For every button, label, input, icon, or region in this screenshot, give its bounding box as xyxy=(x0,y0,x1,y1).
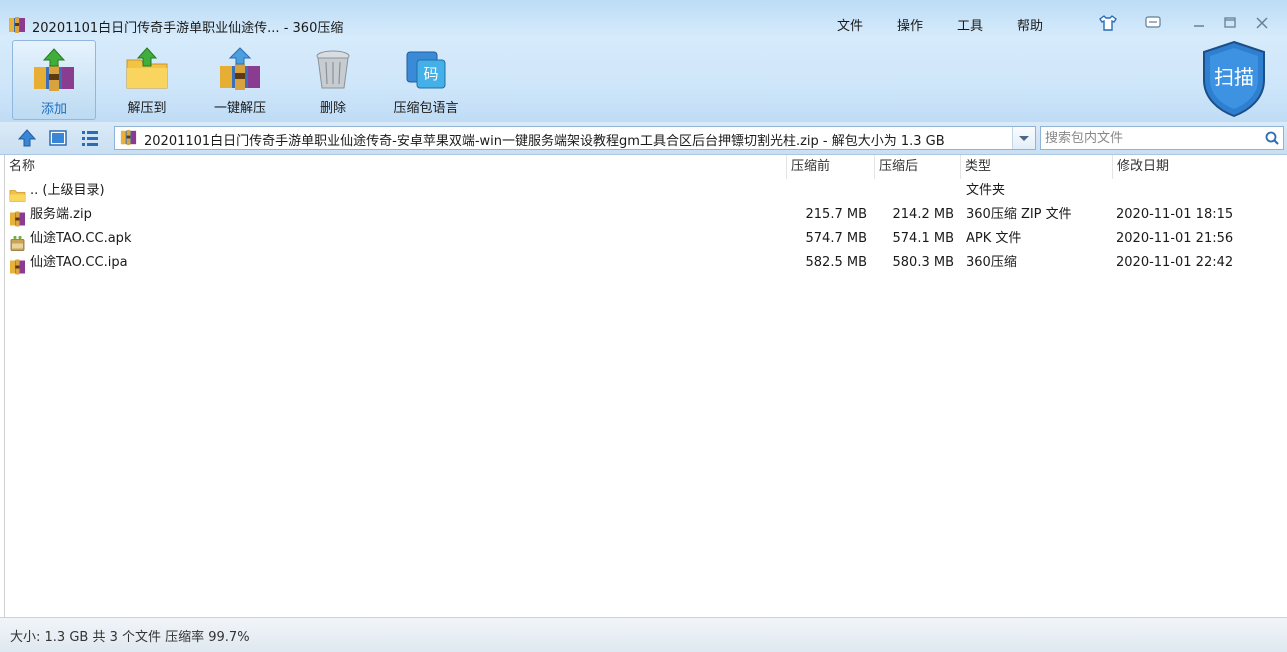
column-header-type[interactable]: 类型 xyxy=(961,155,1113,179)
search-box xyxy=(1040,126,1284,150)
row-date: 2020-11-01 21:56 xyxy=(1116,231,1234,246)
skin-shirt-icon[interactable] xyxy=(1098,14,1118,32)
row-size-before: 582.5 MB xyxy=(805,255,867,270)
minimize-icon[interactable] xyxy=(1189,14,1209,32)
row-size-after xyxy=(865,179,954,203)
title-toolbar-area: 20201101白日门传奇手游单职业仙途传... - 360压缩 文件 操作 工… xyxy=(0,0,1287,123)
row-type: APK 文件 xyxy=(966,231,1022,246)
path-text: 20201101白日门传奇手游单职业仙途传奇-安卓苹果双端-win一键服务端架设… xyxy=(144,134,945,149)
archive-icon xyxy=(120,129,137,146)
app-window: 20201101白日门传奇手游单职业仙途传... - 360压缩 文件 操作 工… xyxy=(0,0,1287,652)
menu-tools[interactable]: 工具 xyxy=(957,15,983,34)
status-text: 大小: 1.3 GB 共 3 个文件 压缩率 99.7% xyxy=(10,630,250,645)
column-header-date[interactable]: 修改日期 xyxy=(1113,155,1287,179)
menu-file[interactable]: 文件 xyxy=(837,15,863,34)
status-bar: 大小: 1.3 GB 共 3 个文件 压缩率 99.7% xyxy=(0,617,1287,652)
archive-icon xyxy=(9,17,25,33)
search-input[interactable] xyxy=(1045,128,1255,148)
row-type: 360压缩 xyxy=(966,255,1017,270)
search-icon[interactable] xyxy=(1264,130,1280,146)
delete-button[interactable]: 删除 xyxy=(292,44,374,118)
one-click-extract-label: 一键解压 xyxy=(213,101,266,116)
archive-language-button[interactable]: 码 压缩包语言 xyxy=(385,44,467,118)
feedback-icon[interactable] xyxy=(1143,14,1163,32)
table-row[interactable]: .. (上级目录) 文件夹 xyxy=(5,179,1287,203)
scan-label: 扫描 xyxy=(1214,65,1254,89)
list-view-icon[interactable] xyxy=(79,127,101,149)
row-size-before: 215.7 MB xyxy=(805,207,867,222)
close-icon[interactable] xyxy=(1252,14,1272,32)
menu-operate[interactable]: 操作 xyxy=(897,15,923,34)
row-type: 360压缩 ZIP 文件 xyxy=(966,207,1072,222)
archive-icon xyxy=(10,259,25,275)
thumbnail-view-icon[interactable] xyxy=(47,127,69,149)
extract-to-button[interactable]: 解压到 xyxy=(106,44,188,118)
row-date: 2020-11-01 18:15 xyxy=(1116,207,1234,222)
add-label: 添加 xyxy=(40,102,67,117)
lang-glyph: 码 xyxy=(423,65,438,83)
extract-to-label: 解压到 xyxy=(127,101,167,116)
row-name: .. (上级目录) xyxy=(30,183,105,198)
code-page-icon: 码 xyxy=(406,51,446,89)
column-header-size-before[interactable]: 压缩前 xyxy=(787,155,875,179)
row-size-after: 580.3 MB xyxy=(892,255,954,270)
maximize-icon[interactable] xyxy=(1220,14,1240,32)
row-name: 仙途TAO.CC.ipa xyxy=(30,255,128,270)
row-size-after: 214.2 MB xyxy=(892,207,954,222)
window-title: 20201101白日门传奇手游单职业仙途传... - 360压缩 xyxy=(32,21,344,36)
table-row[interactable]: 仙途TAO.CC.apk 574.7 MB 574.1 MB APK 文件 20… xyxy=(5,227,1287,251)
address-bar-row: 20201101白日门传奇手游单职业仙途传奇-安卓苹果双端-win一键服务端架设… xyxy=(0,122,1287,155)
menu-help[interactable]: 帮助 xyxy=(1017,15,1043,34)
archive-language-label: 压缩包语言 xyxy=(393,101,459,116)
row-size-before: 574.7 MB xyxy=(805,231,867,246)
up-arrow-icon[interactable] xyxy=(16,127,38,149)
chevron-down-icon[interactable] xyxy=(1012,127,1035,149)
extract-folder-icon xyxy=(126,47,168,89)
column-header-name[interactable]: 名称 xyxy=(5,155,787,179)
row-size-after: 574.1 MB xyxy=(892,231,954,246)
row-size-before xyxy=(775,179,867,203)
one-click-extract-button[interactable]: 一键解压 xyxy=(199,44,281,118)
scan-shield-button[interactable]: 扫描 xyxy=(1198,40,1270,118)
row-name: 仙途TAO.CC.apk xyxy=(30,231,132,246)
delete-label: 删除 xyxy=(319,101,346,116)
add-archive-icon xyxy=(34,48,74,91)
table-row[interactable]: 仙途TAO.CC.ipa 582.5 MB 580.3 MB 360压缩 202… xyxy=(5,251,1287,275)
row-date: 2020-11-01 22:42 xyxy=(1116,255,1234,270)
one-click-extract-icon xyxy=(220,47,260,90)
file-list: 名称 压缩前 压缩后 类型 修改日期 .. (上级目录) 文件夹 服务端.zip… xyxy=(4,155,1287,617)
row-name: 服务端.zip xyxy=(30,207,92,222)
table-row[interactable]: 服务端.zip 215.7 MB 214.2 MB 360压缩 ZIP 文件 2… xyxy=(5,203,1287,227)
path-field[interactable]: 20201101白日门传奇手游单职业仙途传奇-安卓苹果双端-win一键服务端架设… xyxy=(114,126,1036,150)
row-type: 文件夹 xyxy=(966,183,1006,198)
add-button[interactable]: 添加 xyxy=(12,40,96,120)
column-header-size-after[interactable]: 压缩后 xyxy=(875,155,961,179)
trash-icon xyxy=(316,50,350,89)
